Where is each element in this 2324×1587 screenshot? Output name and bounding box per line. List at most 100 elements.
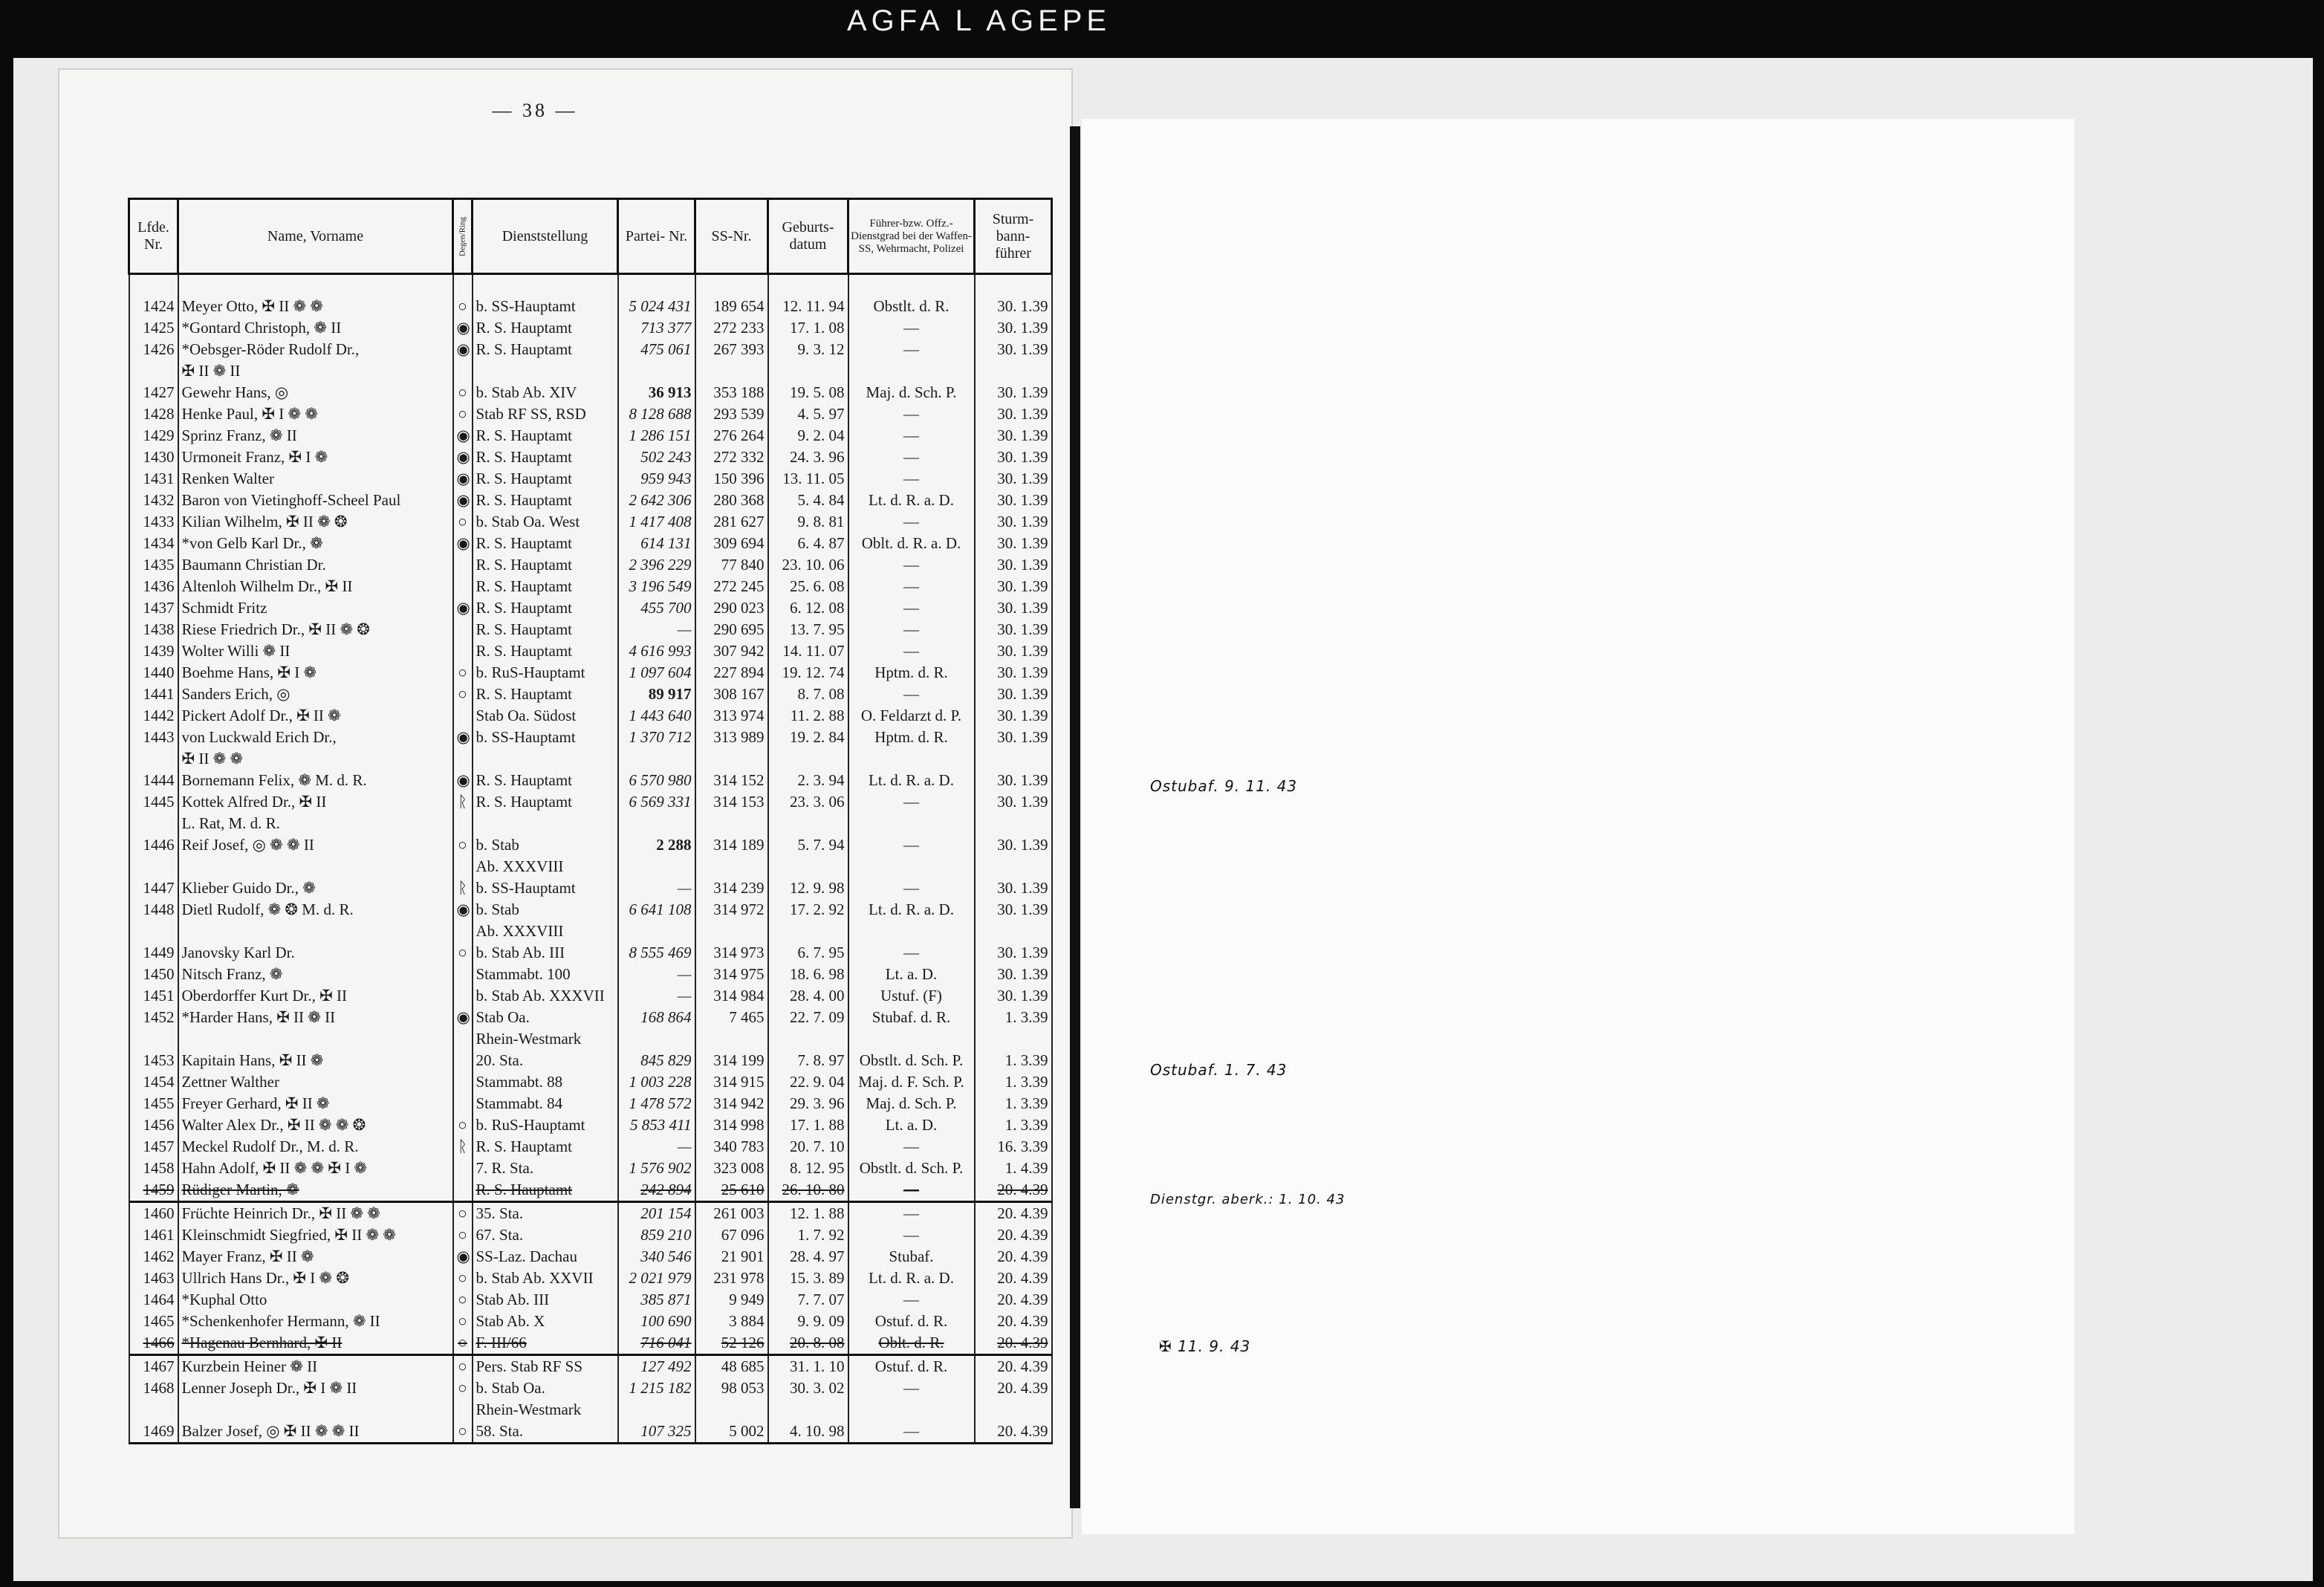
entry-partei-nr: 1 215 182	[617, 1377, 696, 1399]
table-row: 1438 Riese Friedrich Dr., ✠ II ❁ ❂ R. S. H…	[128, 619, 1053, 640]
table-row: 1441 Sanders Erich, ◎ ○ R. S. Hauptamt 89 91…	[128, 684, 1053, 705]
entry-dienstgrad: Lt. a. D.	[847, 964, 976, 985]
entry-number: 1444	[128, 770, 179, 791]
entry-ss-nr	[694, 813, 769, 834]
entry-name: *Harder Hans, ✠ II ❁ II	[177, 1007, 454, 1028]
entry-ss-nr: 21 901	[694, 1246, 769, 1268]
entry-partei-nr: 127 492	[617, 1354, 696, 1377]
entry-partei-nr: 2 396 229	[617, 554, 696, 576]
entry-sturmbann: 30. 1.39	[973, 834, 1053, 856]
entry-geburtsdatum	[767, 856, 849, 877]
entry-partei-nr: 6 641 108	[617, 899, 696, 921]
entry-number: 1426	[128, 339, 179, 360]
entry-dienstgrad: Maj. d. Sch. P.	[847, 1093, 976, 1114]
entry-name: Kottek Alfred Dr., ✠ II	[177, 791, 454, 813]
entry-sturmbann: 30. 1.39	[973, 640, 1053, 662]
entry-ss-nr: 98 053	[694, 1377, 769, 1399]
entry-ss-nr: 9 949	[694, 1289, 769, 1311]
entry-dienststellung: F. III/66	[471, 1332, 619, 1355]
table-row: 1424 Meyer Otto, ✠ II ❁ ❁ ○ b. SS-Hauptamt 5…	[128, 296, 1053, 317]
entry-degen-ring: ◉	[452, 533, 473, 554]
entry-geburtsdatum: 24. 3. 96	[767, 447, 849, 468]
entry-ss-nr: 314 189	[694, 834, 769, 856]
entry-geburtsdatum	[767, 748, 849, 770]
entry-sturmbann: 30. 1.39	[973, 770, 1053, 791]
entry-dienstgrad: Lt. d. R. a. D.	[847, 899, 976, 921]
entry-sturmbann: 30. 1.39	[973, 964, 1053, 985]
entry-number	[128, 1028, 179, 1050]
entry-sturmbann: 20. 4.39	[973, 1377, 1053, 1399]
entry-partei-nr: 475 061	[617, 339, 696, 360]
entry-dienstgrad: —	[847, 511, 976, 533]
entry-number: 1462	[128, 1246, 179, 1268]
entry-name: Schmidt Fritz	[177, 597, 454, 619]
entry-degen-ring: ○	[452, 834, 473, 856]
entry-name: Nitsch Franz, ❁	[177, 964, 454, 985]
entry-ss-nr: 340 783	[694, 1136, 769, 1158]
entry-name: Lenner Joseph Dr., ✠ I ❁ II	[177, 1377, 454, 1399]
entry-ss-nr: 313 974	[694, 705, 769, 727]
entry-dienststellung: R. S. Hauptamt	[471, 619, 619, 640]
entry-dienstgrad	[847, 1399, 976, 1421]
entry-dienstgrad: Hptm. d. R.	[847, 662, 976, 684]
entry-number: 1469	[128, 1421, 179, 1444]
entry-sturmbann: 30. 1.39	[973, 339, 1053, 360]
entry-dienststellung: R. S. Hauptamt	[471, 468, 619, 490]
entry-name: von Luckwald Erich Dr.,	[177, 727, 454, 748]
entry-degen-ring: ○	[452, 511, 473, 533]
entry-dienstgrad: —	[847, 1179, 976, 1202]
entry-dienstgrad: Lt. a. D.	[847, 1114, 976, 1136]
entry-partei-nr	[617, 921, 696, 942]
entry-sturmbann: 20. 4.39	[973, 1268, 1053, 1289]
entry-ss-nr: 77 840	[694, 554, 769, 576]
entry-dienstgrad	[847, 360, 976, 382]
entry-name: Sprinz Franz, ❁ II	[177, 425, 454, 447]
entry-dienststellung: R. S. Hauptamt	[471, 1179, 619, 1202]
entry-dienststellung	[471, 360, 619, 382]
entry-sturmbann	[973, 1399, 1053, 1421]
entry-dienstgrad: —	[847, 942, 976, 964]
entry-dienstgrad: Ustuf. (F)	[847, 985, 976, 1007]
register-rows: 1424 Meyer Otto, ✠ II ❁ ❁ ○ b. SS-Hauptamt 5…	[128, 273, 1053, 1444]
entry-name: Boehme Hans, ✠ I ❁	[177, 662, 454, 684]
entry-name: Meyer Otto, ✠ II ❁ ❁	[177, 296, 454, 317]
entry-dienstgrad: Lt. d. R. a. D.	[847, 770, 976, 791]
entry-number: 1446	[128, 834, 179, 856]
entry-degen-ring: ◉	[452, 447, 473, 468]
entry-name: Walter Alex Dr., ✠ II ❁ ❁ ❂	[177, 1114, 454, 1136]
entry-dienststellung: R. S. Hauptamt	[471, 640, 619, 662]
entry-ss-nr: 290 695	[694, 619, 769, 640]
entry-name: Riese Friedrich Dr., ✠ II ❁ ❂	[177, 619, 454, 640]
entry-ss-nr: 353 188	[694, 382, 769, 403]
entry-dienstgrad: Lt. d. R. a. D.	[847, 1268, 976, 1289]
entry-number: 1452	[128, 1007, 179, 1028]
entry-geburtsdatum: 13. 7. 95	[767, 619, 849, 640]
entry-name: Balzer Josef, ◎ ✠ II ❁ ❁ II	[177, 1421, 454, 1444]
entry-degen-ring: ○	[452, 1224, 473, 1246]
entry-number: 1453	[128, 1050, 179, 1071]
entry-partei-nr: 6 569 331	[617, 791, 696, 813]
entry-sturmbann: 1. 3.39	[973, 1093, 1053, 1114]
entry-name: *Kuphal Otto	[177, 1289, 454, 1311]
table-row: ✠ II ❁ ❁	[128, 748, 1053, 770]
entry-dienststellung: R. S. Hauptamt	[471, 1136, 619, 1158]
table-row: 1433 Kilian Wilhelm, ✠ II ❁ ❂ ○ b. Stab Oa.…	[128, 511, 1053, 533]
entry-number: 1463	[128, 1268, 179, 1289]
entry-dienststellung: b. RuS-Hauptamt	[471, 662, 619, 684]
entry-dienstgrad: —	[847, 403, 976, 425]
entry-degen-ring: ○	[452, 1289, 473, 1311]
table-row: 1442 Pickert Adolf Dr., ✠ II ❁ Stab Oa. Sü…	[128, 705, 1053, 727]
entry-number: 1440	[128, 662, 179, 684]
entry-ss-nr: 227 894	[694, 662, 769, 684]
entry-number	[128, 360, 179, 382]
table-row: 1459 Rüdiger Martin, ❁ R. S. Hauptamt 242 8…	[128, 1179, 1053, 1202]
entry-degen-ring: ○	[452, 662, 473, 684]
entry-sturmbann: 20. 4.39	[973, 1289, 1053, 1311]
entry-sturmbann: 20. 4.39	[973, 1354, 1053, 1377]
entry-name	[177, 921, 454, 942]
entry-dienstgrad: —	[847, 791, 976, 813]
entry-ss-nr: 48 685	[694, 1354, 769, 1377]
table-row: 1444 Bornemann Felix, ❁ M. d. R. ◉ R. S. Ha…	[128, 770, 1053, 791]
entry-name: Klieber Guido Dr., ❁	[177, 877, 454, 899]
entry-name: Urmoneit Franz, ✠ I ❁	[177, 447, 454, 468]
